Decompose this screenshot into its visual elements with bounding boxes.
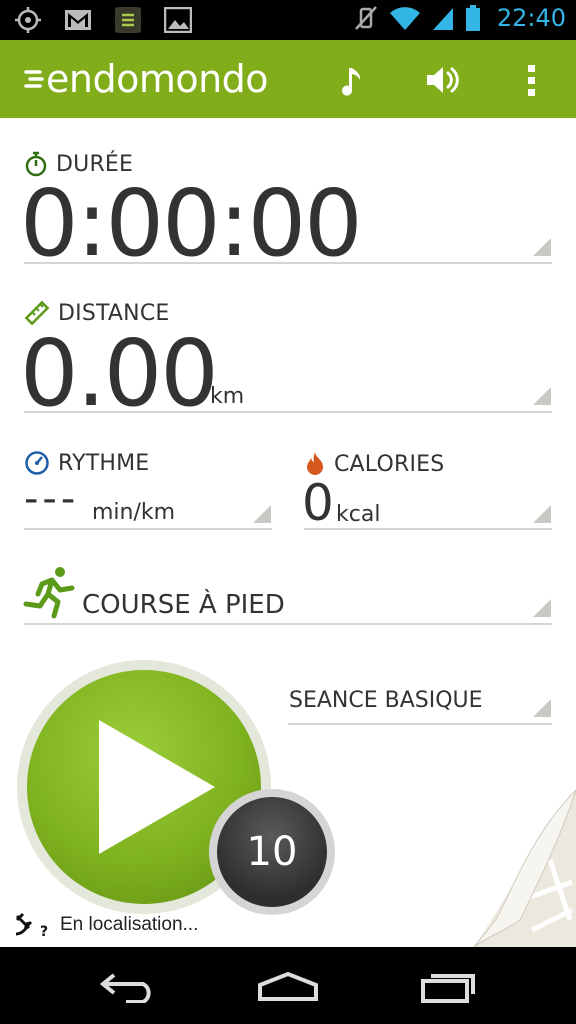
- logo-speed-lines-icon: [24, 70, 44, 88]
- duration-underline: [24, 262, 552, 264]
- endomondo-notification-icon: [115, 7, 141, 33]
- endomondo-logo[interactable]: endomondo: [24, 56, 269, 102]
- recent-apps-icon[interactable]: [420, 969, 478, 1003]
- music-icon[interactable]: [334, 60, 374, 100]
- calories-underline: [304, 528, 552, 530]
- gallery-icon: [164, 7, 192, 33]
- speedometer-icon: [25, 451, 49, 475]
- calories-label: CALORIES: [334, 451, 445, 477]
- clock: 22:40: [496, 4, 566, 32]
- audio-coach-icon[interactable]: [422, 60, 462, 100]
- duration-corner-indicator: [533, 238, 551, 256]
- sport-label: COURSE À PIED: [82, 590, 285, 620]
- status-bar: 22:40: [0, 0, 576, 40]
- sport-underline: [24, 623, 552, 625]
- screen: { "status_bar": { "time": "22:40" }, "ap…: [0, 0, 576, 1024]
- battery-icon: [465, 5, 480, 31]
- wifi-icon: [389, 7, 420, 31]
- gps-status-text: En localisation...: [60, 914, 199, 935]
- pace-corner-indicator: [253, 505, 271, 523]
- svg-text:?: ?: [40, 924, 48, 938]
- program-corner-indicator: [533, 699, 551, 717]
- distance-corner-indicator: [533, 387, 551, 405]
- map-page-curl[interactable]: [460, 790, 576, 947]
- program-underline: [288, 723, 552, 725]
- pace-unit: min/km: [92, 500, 176, 525]
- gps-icon: [15, 7, 41, 33]
- sport-corner-indicator: [533, 599, 551, 617]
- home-icon[interactable]: [257, 971, 319, 1001]
- distance-underline: [24, 411, 552, 413]
- logo-text: endomondo: [46, 57, 269, 101]
- pace-value: ---: [24, 476, 80, 522]
- overflow-menu-icon[interactable]: [512, 60, 552, 100]
- distance-unit: km: [210, 384, 245, 409]
- play-icon: [99, 720, 215, 854]
- gmail-icon: [65, 10, 91, 30]
- duration-value: 0:00:00: [20, 170, 363, 277]
- back-icon[interactable]: [100, 969, 158, 1003]
- satellite-searching-icon: ?: [15, 912, 48, 938]
- gps-status: ? En localisation...: [14, 912, 198, 938]
- program-label: SEANCE BASIQUE: [289, 688, 483, 713]
- pace-label-row: RYTHME: [24, 450, 149, 476]
- runner-icon: [23, 567, 75, 619]
- action-bar: endomondo: [0, 40, 576, 118]
- signal-icon: [432, 8, 453, 30]
- countdown-value: 10: [217, 797, 327, 907]
- calories-unit: kcal: [336, 502, 381, 527]
- navigation-bar: [0, 947, 576, 1024]
- pace-label: RYTHME: [58, 450, 150, 476]
- pace-underline: [24, 528, 272, 530]
- calories-value: 0: [302, 474, 334, 532]
- calories-corner-indicator: [533, 505, 551, 523]
- vibrate-mute-icon: [354, 6, 377, 30]
